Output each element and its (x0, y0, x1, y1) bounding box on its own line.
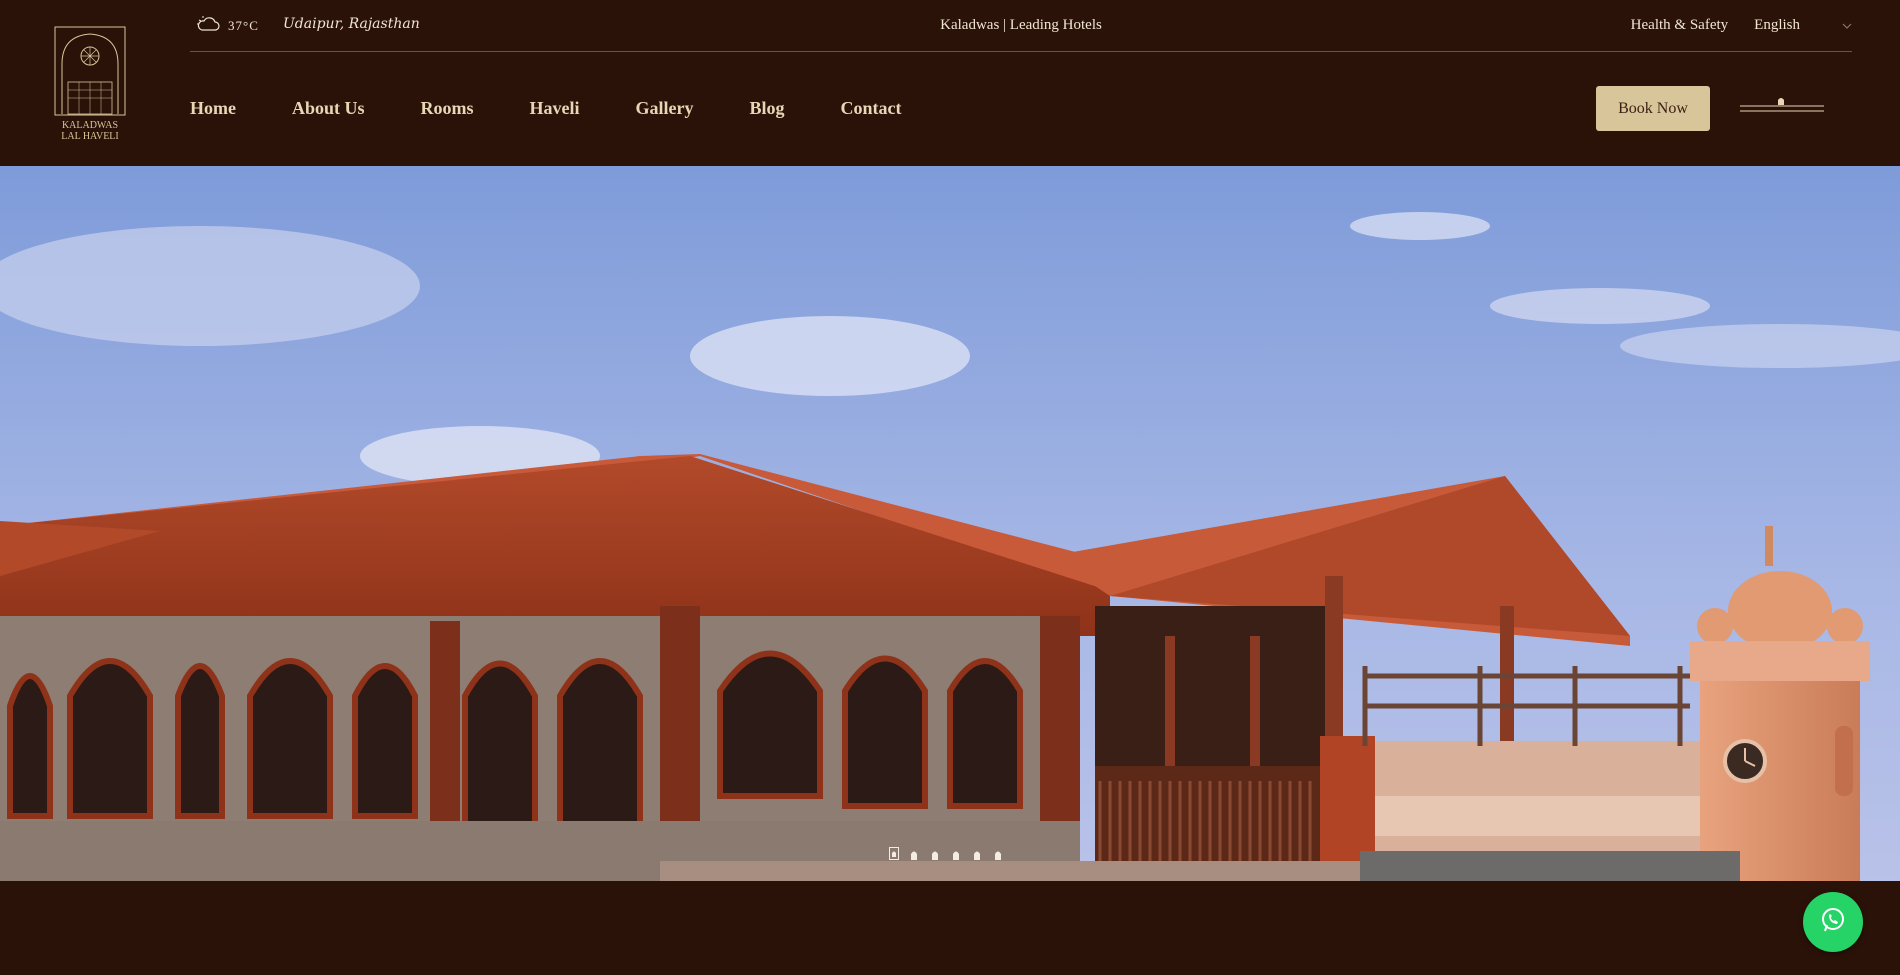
slider-dot-icon[interactable] (889, 847, 899, 860)
chevron-down-icon (1842, 17, 1852, 34)
site-logo[interactable]: KALADWAS LAL HAVELI (54, 26, 126, 142)
nav-rooms[interactable]: Rooms (421, 98, 474, 119)
below-hero-band (0, 881, 1900, 975)
slider-dot-icon[interactable] (973, 847, 981, 860)
top-right-links: Health & Safety English (1631, 17, 1852, 34)
language-select[interactable]: English (1754, 17, 1852, 34)
nav-contact[interactable]: Contact (841, 98, 902, 119)
main-nav: Home About Us Rooms Haveli Gallery Blog … (190, 98, 902, 119)
top-bar: 37°C Udaipur, Rajasthan Kaladwas | Leadi… (190, 0, 1852, 52)
whatsapp-icon (1819, 906, 1847, 939)
health-safety-link[interactable]: Health & Safety (1631, 17, 1728, 34)
nav-about-us[interactable]: About Us (292, 98, 365, 119)
slider-dot-icon[interactable] (952, 847, 960, 860)
logo-line1: KALADWAS (62, 120, 118, 131)
site-header: KALADWAS LAL HAVELI 37°C Udaipur, Rajast… (0, 0, 1900, 166)
book-now-button[interactable]: Book Now (1596, 86, 1710, 131)
slider-dot-icon[interactable] (994, 847, 1002, 860)
menu-icon[interactable] (1740, 95, 1824, 115)
nav-haveli[interactable]: Haveli (530, 98, 580, 119)
hero-slider-image (0, 166, 1900, 881)
nav-gallery[interactable]: Gallery (636, 98, 694, 119)
nav-blog[interactable]: Blog (750, 98, 785, 119)
slider-dot-icon[interactable] (910, 847, 918, 860)
nav-home[interactable]: Home (190, 98, 236, 119)
logo-line2: LAL HAVELI (61, 131, 119, 141)
tagline: Kaladwas | Leading Hotels (940, 17, 1102, 33)
whatsapp-button[interactable] (1803, 892, 1863, 952)
language-value: English (1754, 17, 1800, 33)
slider-dot-icon[interactable] (931, 847, 939, 860)
slider-dots (889, 847, 1002, 860)
